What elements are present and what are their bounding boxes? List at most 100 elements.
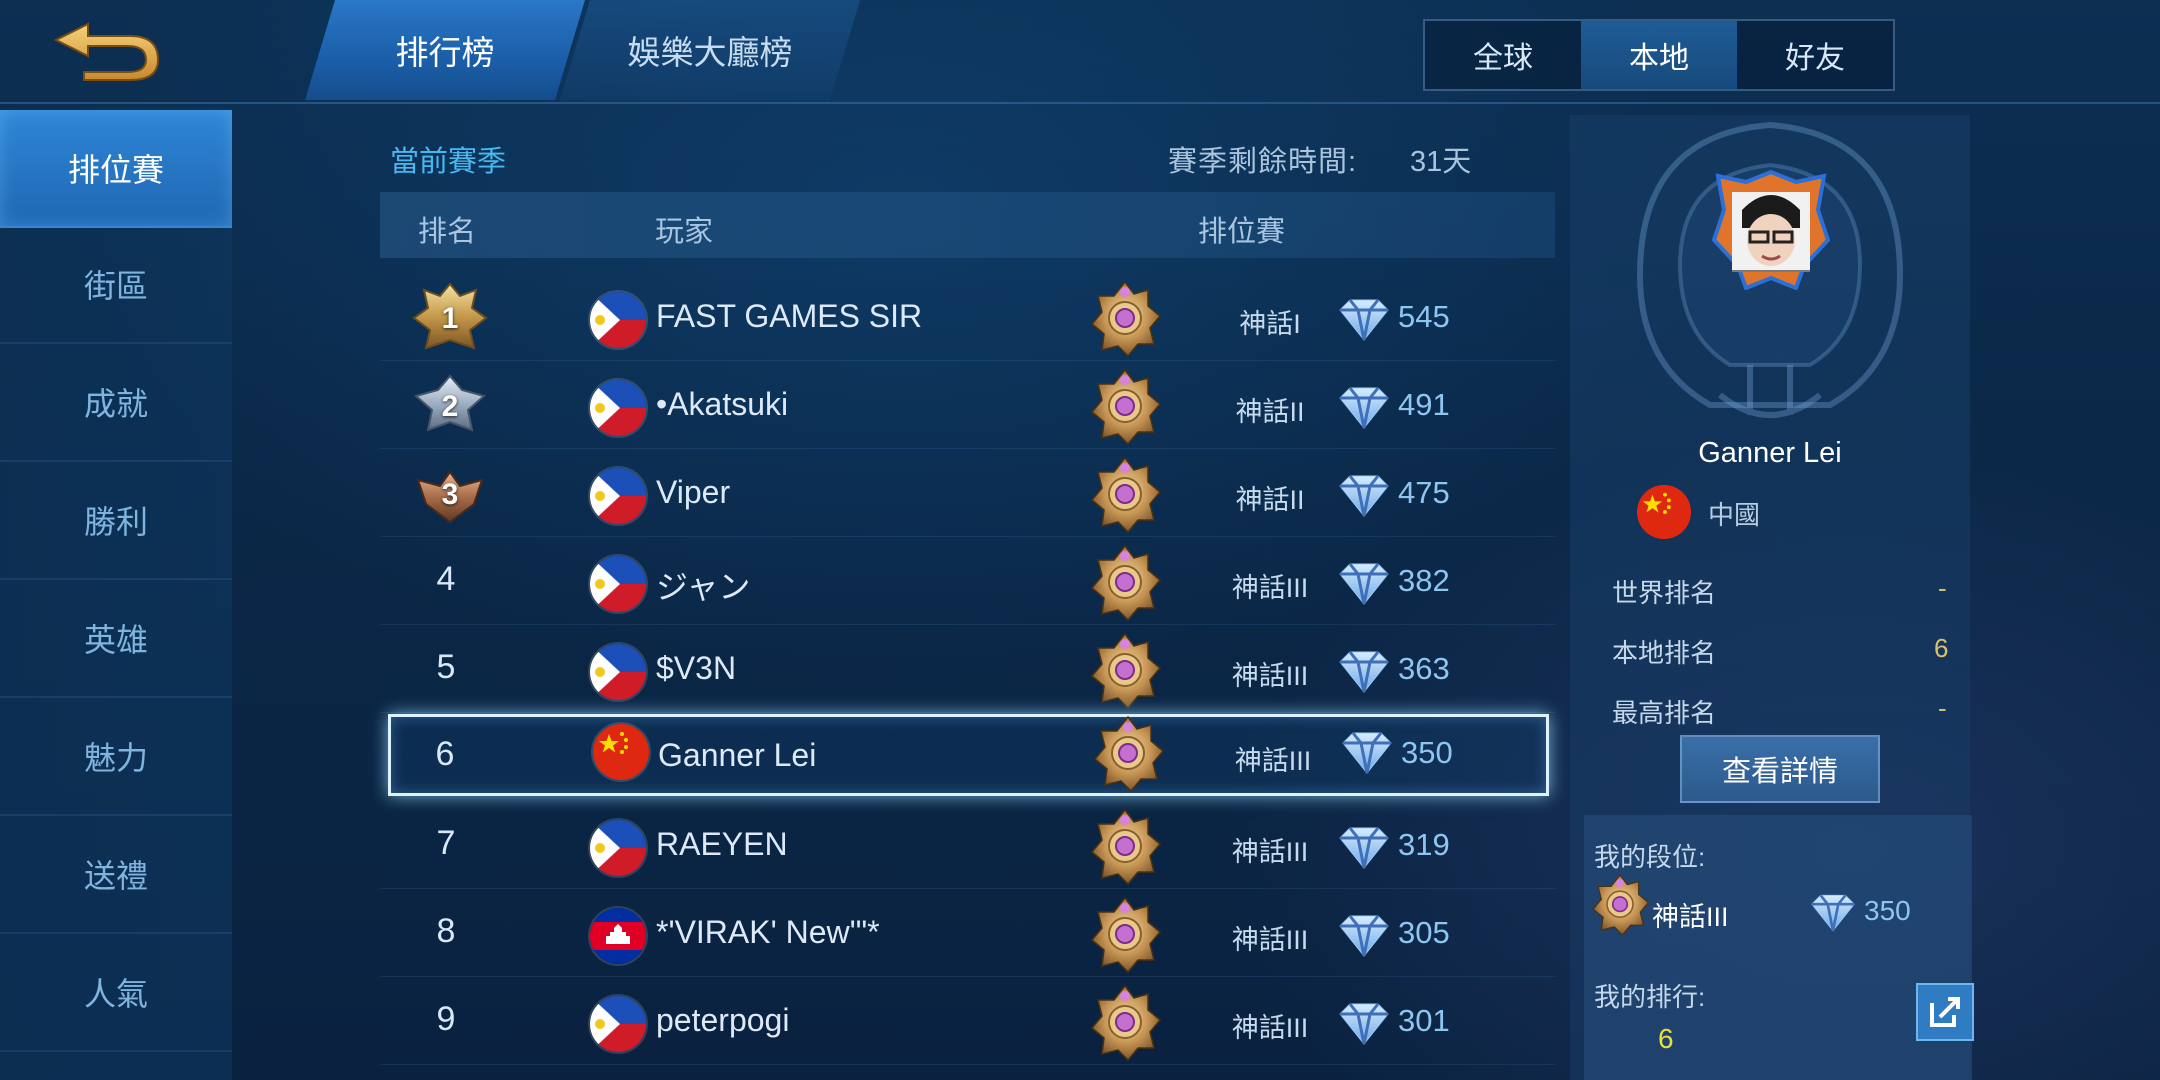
player-name: Viper — [656, 474, 731, 510]
share-icon — [1930, 997, 1960, 1027]
rank-crest-silver-icon: 2 — [410, 368, 490, 444]
sidebar-item-victory[interactable]: 勝利 — [0, 462, 232, 580]
mythic-medal-icon — [1088, 544, 1162, 622]
rank-number: 5 — [436, 648, 456, 686]
rank-crest-gold-icon: 1 — [410, 280, 490, 356]
player-name: FAST GAMES SIR — [656, 298, 923, 334]
china-flag-icon — [1637, 485, 1691, 539]
scope-friends[interactable]: 好友 — [1737, 21, 1893, 89]
my-rank-box: 我的段位: 神話III 350 我的排行: 6 — [1584, 815, 1974, 1080]
table-row[interactable]: 8 *'VIRAK' New'"* 神話III 305 — [380, 888, 1555, 977]
diamond-icon — [1338, 386, 1390, 430]
view-details-button[interactable]: 查看詳情 — [1680, 735, 1880, 803]
tier-label: 神話II — [1235, 485, 1305, 515]
header-player: 玩家 — [655, 216, 714, 248]
sidebar-item-hero[interactable]: 英雄 — [0, 580, 232, 698]
table-header: 排名 玩家 排位賽 — [380, 192, 1555, 258]
sidebar-item-gift[interactable]: 送禮 — [0, 816, 232, 934]
philippines-flag-icon — [590, 380, 646, 436]
mythic-medal-icon — [1088, 368, 1162, 446]
player-name: $V3N — [656, 650, 737, 686]
sidebar-item-achievement[interactable]: 成就 — [0, 344, 232, 462]
scope-local[interactable]: 本地 — [1581, 21, 1737, 89]
diamond-icon — [1338, 474, 1390, 518]
diamond-icon — [1338, 650, 1390, 694]
table-row[interactable]: 7 RAEYEN 神話III 319 — [380, 800, 1555, 889]
rank-number: 4 — [436, 560, 456, 598]
tier-label: 神話I — [1239, 309, 1301, 339]
profile-name: Ganner Lei — [1698, 437, 1842, 469]
header-rank: 排名 — [418, 216, 477, 248]
player-name: ジャン — [656, 569, 751, 605]
table-row[interactable]: 5 $V3N 神話III 363 — [380, 624, 1555, 713]
philippines-flag-icon — [590, 644, 646, 700]
table-row[interactable]: 2 •Akatsuki 神話II 491 — [380, 360, 1555, 449]
top-bar: 排行榜 娛樂大廳榜 全球 本地 好友 — [0, 0, 2160, 104]
sidebar-item-ranked[interactable]: 排位賽 — [0, 110, 232, 228]
mythic-medal-icon — [1088, 984, 1162, 1062]
rank-number: 7 — [436, 824, 456, 862]
sidebar-item-street[interactable]: 街區 — [0, 226, 232, 344]
table-row-self[interactable]: 6 Ganner Lei 神話III 350 — [388, 714, 1549, 796]
sidebar-item-popularity[interactable]: 人氣 — [0, 934, 232, 1052]
diamond-icon — [1338, 1002, 1390, 1046]
scope-global[interactable]: 全球 — [1425, 21, 1581, 89]
scope-selector: 全球 本地 好友 — [1423, 19, 1895, 91]
rank-number: 3 — [441, 478, 459, 511]
table-row[interactable]: 4 ジャン 神話III 382 — [380, 536, 1555, 625]
current-season-label: 當前賽季 — [390, 146, 507, 178]
rank-number: 2 — [441, 390, 459, 423]
diamond-icon — [1341, 731, 1393, 775]
profile-panel: Ganner Lei 中國 世界排名 - 本地排名 6 最高排名 - 查看詳情 … — [1570, 115, 1974, 1080]
category-sidebar: 排位賽 街區 成就 勝利 英雄 魅力 送禮 人氣 — [0, 108, 232, 1080]
rank-points: 545 — [1398, 299, 1450, 334]
my-rank-value: 6 — [1658, 1023, 1674, 1054]
cambodia-flag-icon — [590, 908, 646, 964]
sidebar-item-charm[interactable]: 魅力 — [0, 698, 232, 816]
country-name: 中國 — [1708, 500, 1761, 530]
highest-rank-value: - — [1938, 693, 1947, 723]
philippines-flag-icon — [590, 468, 646, 524]
table-row[interactable]: 9 peterpogi 神話III 301 — [380, 976, 1555, 1065]
player-name: Ganner Lei — [658, 737, 817, 773]
local-rank-value: 6 — [1934, 633, 1949, 663]
back-arrow-icon — [53, 22, 160, 81]
back-button[interactable] — [48, 14, 168, 86]
rank-crest-bronze-icon: 3 — [410, 456, 490, 532]
diamond-icon — [1338, 826, 1390, 870]
header-ranked: 排位賽 — [1198, 216, 1286, 248]
my-points: 350 — [1864, 895, 1911, 926]
philippines-flag-icon — [590, 292, 646, 348]
mythic-medal-icon — [1091, 715, 1165, 793]
world-rank-label: 世界排名 — [1612, 578, 1717, 608]
mythic-medal-icon — [1088, 632, 1162, 710]
my-rank-label: 我的排行: — [1594, 982, 1706, 1012]
rank-points: 491 — [1398, 387, 1450, 422]
china-flag-icon — [593, 724, 649, 780]
season-remaining-value: 31天 — [1410, 146, 1472, 178]
rank-points: 350 — [1401, 735, 1453, 770]
diamond-icon — [1338, 914, 1390, 958]
my-tier: 神話III — [1652, 902, 1729, 932]
season-remaining-label: 賽季剩餘時間: — [1168, 146, 1358, 178]
highest-rank-label: 最高排名 — [1612, 698, 1717, 728]
table-row[interactable]: 3 Viper 神話II 475 — [380, 448, 1555, 537]
diamond-icon — [1338, 562, 1390, 606]
player-avatar[interactable] — [1711, 169, 1831, 291]
tab-leaderboard[interactable]: 排行榜 — [305, 0, 585, 100]
tier-label: 神話III — [1231, 1013, 1309, 1043]
tier-label: 神話III — [1231, 837, 1309, 867]
rank-number: 9 — [436, 1000, 456, 1038]
player-name: *'VIRAK' New'"* — [656, 914, 880, 950]
table-row[interactable]: 1 FAST GAMES SIR 神話I 545 — [380, 272, 1555, 361]
mythic-medal-icon — [1088, 456, 1162, 534]
philippines-flag-icon — [590, 996, 646, 1052]
player-name: RAEYEN — [656, 826, 788, 862]
tier-label: 神話III — [1234, 746, 1312, 776]
tier-label: 神話III — [1231, 661, 1309, 691]
tab-entertainment-hall[interactable]: 娛樂大廳榜 — [560, 0, 860, 100]
share-button[interactable] — [1916, 983, 1974, 1041]
tab-label: 排行榜 — [395, 34, 495, 71]
local-rank-label: 本地排名 — [1612, 638, 1717, 668]
rank-number: 8 — [436, 912, 456, 950]
